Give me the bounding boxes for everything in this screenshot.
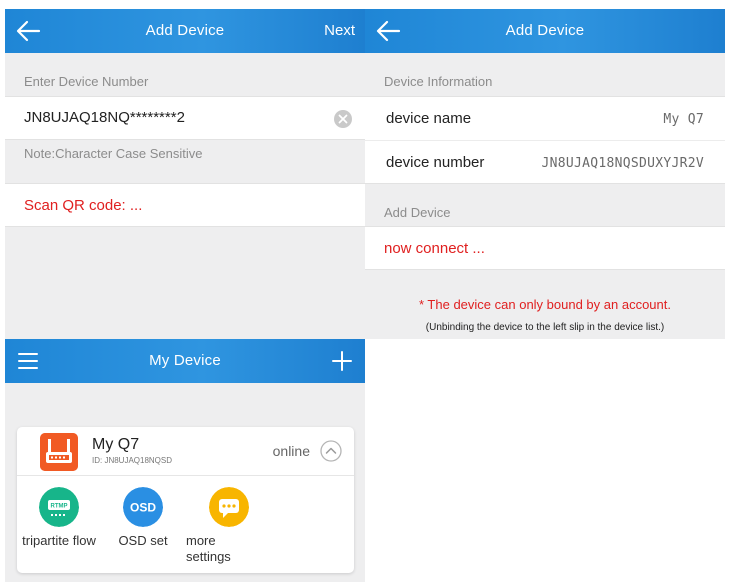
device-number-label: device number: [386, 154, 485, 171]
rtmp-icon: RTMP: [39, 487, 79, 527]
osd-set-button[interactable]: OSD OSD set: [113, 487, 173, 567]
page-title: Add Device: [505, 22, 585, 39]
section-label-add-device: Add Device: [384, 205, 451, 220]
app-bar: Add Device: [365, 9, 725, 53]
scan-qr-code-row[interactable]: Scan QR code: ...: [5, 183, 365, 227]
device-name-value: My Q7: [663, 112, 704, 127]
rtmp-icon-text: RTMP: [51, 504, 68, 510]
router-icon: [40, 433, 78, 471]
scan-qr-code-text: Scan QR code: ...: [24, 197, 143, 214]
device-status: online: [272, 443, 310, 459]
device-id: ID: JN8UJAQ18NQSD: [92, 456, 173, 465]
device-number-value: JN8UJAQ18NQSDUXYJR2V: [541, 156, 704, 171]
osd-icon-text: OSD: [130, 501, 156, 515]
section-label-enter-device-number: Enter Device Number: [24, 74, 149, 89]
add-device-input-panel: Add Device Next Enter Device Number JN8U…: [5, 9, 365, 339]
app-bar: Add Device Next: [5, 9, 365, 53]
clear-input-icon[interactable]: [333, 109, 353, 129]
device-name-label: device name: [386, 110, 472, 127]
more-settings-label: more settings: [186, 533, 231, 564]
next-button[interactable]: Next: [324, 9, 355, 53]
device-number-value: JN8UJAQ18NQ********2: [24, 109, 185, 126]
device-card[interactable]: My Q7 ID: JN8UJAQ18NQSD online RTMP trip…: [17, 427, 354, 573]
more-settings-button[interactable]: more settings: [185, 487, 249, 571]
device-number-row: device number JN8UJAQ18NQSDUXYJR2V: [365, 140, 725, 184]
device-number-input[interactable]: JN8UJAQ18NQ********2: [5, 96, 365, 140]
device-name-row: device name My Q7: [365, 96, 725, 140]
osd-set-label: OSD set: [118, 533, 168, 548]
case-sensitive-note: Note:Character Case Sensitive: [24, 146, 203, 161]
section-label-device-information: Device Information: [384, 74, 493, 89]
page-title: My Device: [149, 352, 221, 369]
unbinding-hint: (Unbinding the device to the left slip i…: [425, 322, 665, 333]
page-title: Add Device: [145, 22, 225, 39]
add-device-plus-icon[interactable]: [331, 350, 353, 372]
device-card-header[interactable]: My Q7 ID: JN8UJAQ18NQSD online: [17, 427, 354, 476]
chevron-up-icon[interactable]: [320, 440, 342, 462]
tripartite-flow-button[interactable]: RTMP tripartite flow: [17, 487, 101, 567]
tripartite-flow-label: tripartite flow: [22, 533, 96, 548]
device-name: My Q7: [92, 436, 140, 453]
osd-icon: OSD: [123, 487, 163, 527]
my-device-panel: My Device My Q7 ID: JN8UJAQ18NQSD online: [5, 339, 365, 582]
connect-status-text: now connect ...: [384, 240, 485, 257]
binding-warning: * The device can only bound by an accoun…: [419, 297, 671, 312]
connect-row: now connect ...: [365, 226, 725, 270]
add-device-connect-panel: Add Device Device Information device nam…: [365, 9, 725, 339]
more-settings-icon: [209, 487, 249, 527]
app-bar: My Device: [5, 339, 365, 383]
